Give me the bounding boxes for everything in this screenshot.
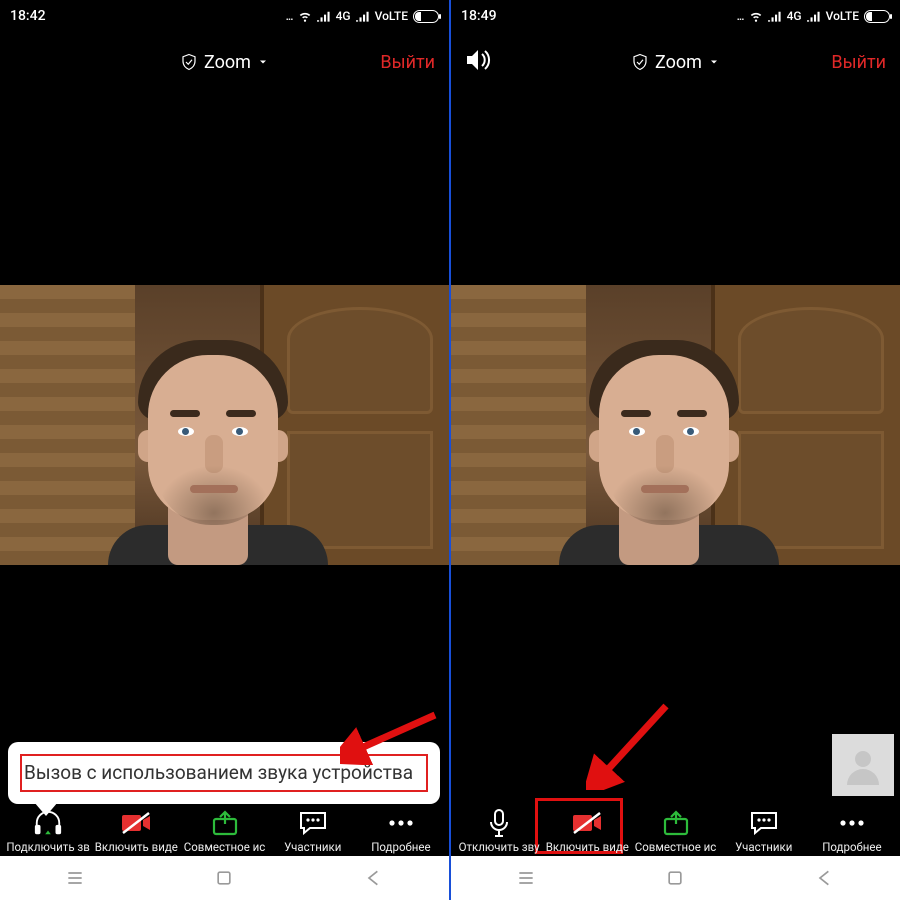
toolbar-label: Совместное ис: [635, 840, 717, 854]
status-right: ... 4G VoLTE: [737, 9, 890, 23]
toolbar-label: Участники: [284, 840, 341, 854]
android-navbar: [0, 856, 449, 900]
shield-icon: [631, 53, 649, 71]
toolbar-more[interactable]: Подробнее: [357, 809, 445, 854]
toolbar-share[interactable]: Совместное ис: [631, 809, 719, 854]
app-title: Zoom: [204, 52, 251, 73]
chevron-down-icon: [257, 56, 269, 68]
share-icon: [211, 809, 239, 837]
toolbar-label: Включить виде: [95, 840, 178, 854]
app-header: Zoom Выйти: [0, 32, 449, 92]
toolbar-video[interactable]: Включить виде: [92, 809, 180, 854]
participant-face: [559, 335, 749, 565]
avatar-icon: [843, 745, 883, 785]
toolbar-label: Подробнее: [371, 840, 430, 854]
toolbar-participants[interactable]: Участники: [269, 809, 357, 854]
zoom-title[interactable]: Zoom: [180, 52, 269, 73]
zoom-title[interactable]: Zoom: [631, 52, 720, 73]
mic-icon: [488, 809, 510, 837]
network-label: 4G: [787, 9, 802, 23]
toolbar-label: Отключить зву: [459, 840, 540, 854]
headset-icon: [33, 809, 63, 837]
chat-icon: [298, 809, 328, 837]
screenshot-left: 18:42 ... 4G VoLTE Zoom Выйти: [0, 0, 449, 900]
status-dots: ...: [286, 9, 293, 23]
video-feed: [451, 285, 900, 565]
video-off-icon: [571, 809, 603, 837]
toolbar-label: Включить виде: [546, 840, 629, 854]
nav-back-icon[interactable]: [815, 868, 835, 888]
screenshot-right: 18:49 ... 4G VoLTE Zoom Выйти: [451, 0, 900, 900]
network-label: 4G: [336, 9, 351, 23]
toolbar-video[interactable]: Включить виде: [543, 809, 631, 854]
clock: 18:42: [10, 8, 46, 24]
toolbar-share[interactable]: Совместное ис: [180, 809, 268, 854]
wifi-icon: [298, 9, 312, 23]
clock: 18:49: [461, 8, 497, 24]
participant-face: [108, 335, 298, 565]
nav-back-icon[interactable]: [364, 868, 384, 888]
leave-button[interactable]: Выйти: [831, 52, 886, 73]
nav-recent-icon[interactable]: [516, 868, 536, 888]
nav-home-icon[interactable]: [665, 868, 685, 888]
annotation-arrow: [586, 700, 676, 790]
more-icon: [838, 809, 866, 837]
bottom-toolbar: Отключить зву Включить виде Совместное и…: [451, 798, 900, 856]
battery-icon: [413, 10, 439, 23]
self-view-thumbnail[interactable]: [832, 734, 894, 796]
toolbar-label: Участники: [735, 840, 792, 854]
toolbar-label: Совместное ис: [184, 840, 266, 854]
wifi-icon: [749, 9, 763, 23]
chevron-down-icon: [708, 56, 720, 68]
android-navbar: [451, 856, 900, 900]
video-feed: [0, 285, 449, 565]
nav-home-icon[interactable]: [214, 868, 234, 888]
status-dots: ...: [737, 9, 744, 23]
chat-icon: [749, 809, 779, 837]
app-title: Zoom: [655, 52, 702, 73]
battery-icon: [864, 10, 890, 23]
more-icon: [387, 809, 415, 837]
status-bar: 18:49 ... 4G VoLTE: [451, 0, 900, 32]
signal-icon: [317, 10, 331, 22]
volte-label: VoLTE: [375, 9, 408, 23]
volte-label: VoLTE: [826, 9, 859, 23]
signal-icon: [768, 10, 782, 22]
signal2-icon: [807, 10, 821, 22]
nav-recent-icon[interactable]: [65, 868, 85, 888]
bottom-toolbar: Подключить зв Включить виде Совместное и…: [0, 798, 449, 856]
toolbar-label: Подробнее: [822, 840, 881, 854]
speaker-button[interactable]: [465, 48, 493, 76]
annotation-arrow: [340, 710, 440, 765]
toolbar-audio[interactable]: Подключить зв: [4, 809, 92, 854]
status-right: ... 4G VoLTE: [286, 9, 439, 23]
speaker-icon: [465, 48, 493, 72]
video-off-icon: [120, 809, 152, 837]
toolbar-participants[interactable]: Участники: [720, 809, 808, 854]
shield-icon: [180, 53, 198, 71]
toolbar-audio[interactable]: Отключить зву: [455, 809, 543, 854]
leave-button[interactable]: Выйти: [380, 52, 435, 73]
app-header: Zoom Выйти: [451, 32, 900, 92]
toolbar-label: Подключить зв: [6, 840, 90, 854]
toolbar-more[interactable]: Подробнее: [808, 809, 896, 854]
signal2-icon: [356, 10, 370, 22]
status-bar: 18:42 ... 4G VoLTE: [0, 0, 449, 32]
share-icon: [662, 809, 690, 837]
